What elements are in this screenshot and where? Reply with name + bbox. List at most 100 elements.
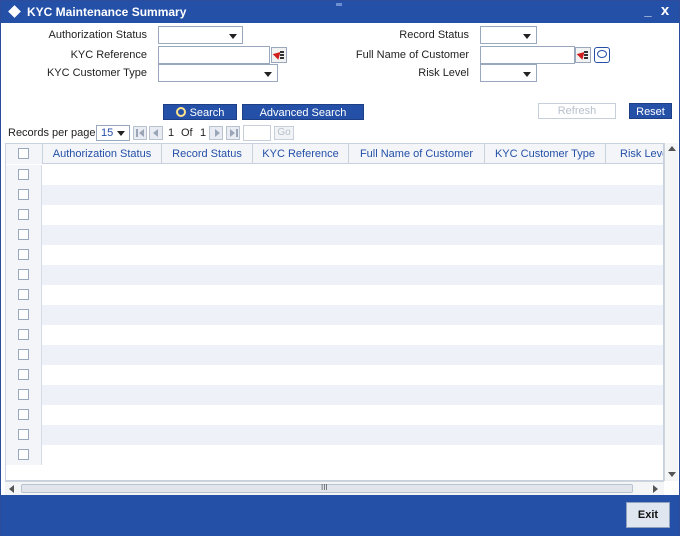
kyc-summary-window: KYC Maintenance Summary _ x Authorizatio… xyxy=(0,0,680,536)
kyc-reference-label: KYC Reference xyxy=(70,49,147,61)
row-checkbox[interactable] xyxy=(18,289,29,300)
chevron-down-icon xyxy=(523,34,531,39)
table-row[interactable] xyxy=(6,165,663,185)
risk-level-label: Risk Level xyxy=(418,67,469,79)
record-status-select[interactable] xyxy=(480,26,537,44)
row-select-cell xyxy=(6,265,42,285)
table-row[interactable] xyxy=(6,425,663,445)
close-button[interactable]: x xyxy=(658,3,672,19)
table-row[interactable] xyxy=(6,285,663,305)
row-checkbox[interactable] xyxy=(18,209,29,220)
reset-button[interactable]: Reset xyxy=(629,103,672,119)
pagination-bar: Records per page 15 1 Of 1 Go xyxy=(1,123,679,143)
table-row[interactable] xyxy=(6,365,663,385)
table-row[interactable] xyxy=(6,345,663,365)
window-icon xyxy=(8,5,21,18)
kyc-reference-lov-icon[interactable] xyxy=(271,47,287,63)
go-button[interactable]: Go xyxy=(274,126,294,140)
search-button[interactable]: Search xyxy=(163,104,237,120)
table-row[interactable] xyxy=(6,405,663,425)
results-table: Authorization Status Record Status KYC R… xyxy=(5,143,664,481)
records-per-page-select[interactable]: 15 xyxy=(96,125,130,141)
exit-button[interactable]: Exit xyxy=(626,502,670,528)
table-row[interactable] xyxy=(6,385,663,405)
chevron-down-icon xyxy=(117,131,125,136)
row-select-cell xyxy=(6,305,42,325)
row-checkbox[interactable] xyxy=(18,349,29,360)
table-row[interactable] xyxy=(6,185,663,205)
kyc-customer-type-label: KYC Customer Type xyxy=(46,67,147,79)
page-number-input[interactable] xyxy=(243,125,271,141)
vertical-scrollbar[interactable] xyxy=(664,143,678,481)
column-header-record-status[interactable]: Record Status xyxy=(162,144,253,164)
row-checkbox[interactable] xyxy=(18,309,29,320)
kyc-reference-input[interactable] xyxy=(158,46,270,64)
row-select-cell xyxy=(6,385,42,405)
current-page: 1 xyxy=(168,127,175,139)
title-bar: KYC Maintenance Summary _ x xyxy=(1,1,679,23)
full-name-lov-icon[interactable] xyxy=(575,47,591,63)
table-row[interactable] xyxy=(6,325,663,345)
table-row[interactable] xyxy=(6,245,663,265)
window-title: KYC Maintenance Summary xyxy=(27,5,187,19)
first-page-button[interactable] xyxy=(133,126,147,140)
row-select-cell xyxy=(6,345,42,365)
search-icon xyxy=(175,107,186,117)
row-checkbox[interactable] xyxy=(18,449,29,460)
minimize-button[interactable]: _ xyxy=(641,3,655,19)
record-status-label: Record Status xyxy=(399,29,469,41)
speech-bubble-icon[interactable] xyxy=(594,47,610,63)
row-select-cell xyxy=(6,425,42,445)
advanced-search-button[interactable]: Advanced Search xyxy=(242,104,364,120)
scroll-up-icon[interactable] xyxy=(668,146,676,151)
refresh-button[interactable]: Refresh xyxy=(538,103,616,119)
row-select-cell xyxy=(6,365,42,385)
table-row[interactable] xyxy=(6,205,663,225)
table-row[interactable] xyxy=(6,265,663,285)
row-checkbox[interactable] xyxy=(18,269,29,280)
drag-grip-icon[interactable] xyxy=(336,3,342,6)
row-checkbox[interactable] xyxy=(18,389,29,400)
last-page-button[interactable] xyxy=(226,126,240,140)
row-checkbox[interactable] xyxy=(18,249,29,260)
authorization-status-select[interactable] xyxy=(158,26,243,44)
row-select-cell xyxy=(6,325,42,345)
column-header-risk-level[interactable]: Risk Level xyxy=(606,144,663,164)
row-checkbox[interactable] xyxy=(18,429,29,440)
column-header-authorization-status[interactable]: Authorization Status xyxy=(43,144,162,164)
table-row[interactable] xyxy=(6,225,663,245)
column-header-kyc-customer-type[interactable]: KYC Customer Type xyxy=(485,144,606,164)
footer-bar xyxy=(1,495,679,536)
chevron-down-icon xyxy=(523,72,531,77)
select-all-checkbox[interactable] xyxy=(18,148,29,159)
next-page-button[interactable] xyxy=(209,126,223,140)
scroll-thumb[interactable]: III xyxy=(21,483,633,493)
of-label: Of xyxy=(181,127,193,139)
row-checkbox[interactable] xyxy=(18,329,29,340)
row-select-cell xyxy=(6,185,42,205)
row-select-cell xyxy=(6,445,42,465)
records-per-page-label: Records per page xyxy=(8,127,96,139)
column-header-kyc-reference[interactable]: KYC Reference xyxy=(253,144,349,164)
full-name-label: Full Name of Customer xyxy=(355,49,469,61)
scroll-right-icon[interactable] xyxy=(653,485,658,493)
risk-level-select[interactable] xyxy=(480,64,537,82)
full-name-input[interactable] xyxy=(480,46,575,64)
scroll-left-icon[interactable] xyxy=(9,485,14,493)
column-header-full-name[interactable]: Full Name of Customer xyxy=(349,144,485,164)
row-checkbox[interactable] xyxy=(18,369,29,380)
row-select-cell xyxy=(6,285,42,305)
table-row[interactable] xyxy=(6,445,663,465)
scroll-down-icon[interactable] xyxy=(668,472,676,477)
kyc-customer-type-select[interactable] xyxy=(158,64,278,82)
table-row[interactable] xyxy=(6,305,663,325)
authorization-status-label: Authorization Status xyxy=(48,29,147,41)
select-all-cell xyxy=(6,144,43,164)
row-checkbox[interactable] xyxy=(18,189,29,200)
row-checkbox[interactable] xyxy=(18,409,29,420)
row-checkbox[interactable] xyxy=(18,229,29,240)
row-checkbox[interactable] xyxy=(18,169,29,180)
previous-page-button[interactable] xyxy=(149,126,163,140)
chevron-down-icon xyxy=(229,34,237,39)
horizontal-scrollbar[interactable]: III xyxy=(5,481,664,495)
